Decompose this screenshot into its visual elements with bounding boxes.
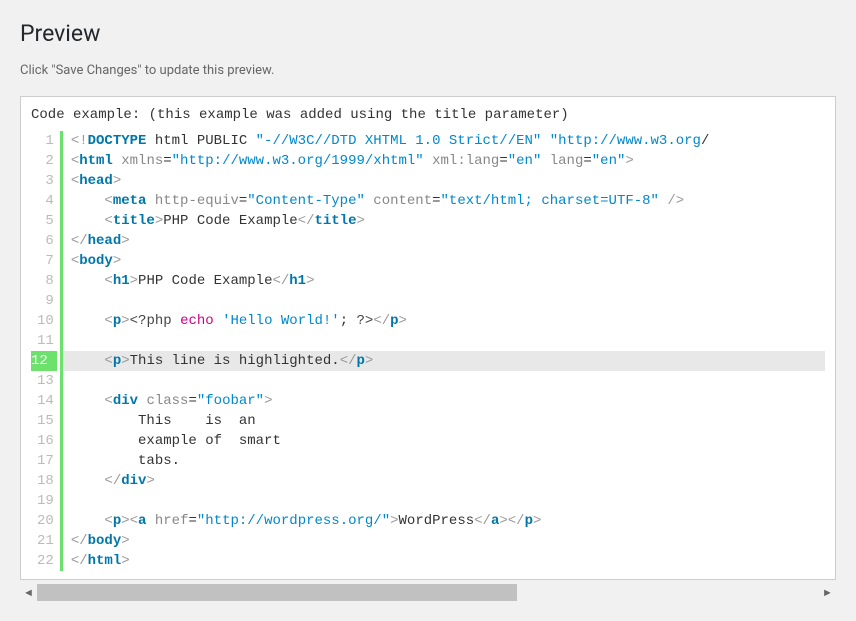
code-line: <div class="foobar"> (71, 391, 825, 411)
line-number: 19 (31, 491, 54, 511)
code-line: example of smart (71, 431, 825, 451)
code-area: 12345678910111213141516171819202122 <!DO… (31, 131, 825, 571)
line-number: 4 (31, 191, 54, 211)
scroll-left-arrow[interactable]: ◄ (20, 584, 37, 601)
line-number: 11 (31, 331, 54, 351)
code-line (71, 371, 825, 391)
line-number: 15 (31, 411, 54, 431)
line-number: 1 (31, 131, 54, 151)
code-line: <html xmlns="http://www.w3.org/1999/xhtm… (71, 151, 825, 171)
line-number: 13 (31, 371, 54, 391)
line-number: 5 (31, 211, 54, 231)
code-line: </div> (71, 471, 825, 491)
code-line: <body> (71, 251, 825, 271)
scroll-thumb[interactable] (37, 584, 517, 601)
horizontal-scrollbar[interactable]: ◄ ► (20, 584, 836, 601)
preview-heading: Preview (20, 20, 836, 47)
code-line (71, 331, 825, 351)
code-lines: <!DOCTYPE html PUBLIC "-//W3C//DTD XHTML… (63, 131, 825, 571)
line-number: 21 (31, 531, 54, 551)
scroll-right-arrow[interactable]: ► (819, 584, 836, 601)
line-number: 9 (31, 291, 54, 311)
line-number: 17 (31, 451, 54, 471)
code-line: <title>PHP Code Example</title> (71, 211, 825, 231)
code-line: <p><?php echo 'Hello World!'; ?></p> (71, 311, 825, 331)
code-line (71, 491, 825, 511)
line-number: 12 (31, 351, 57, 371)
preview-instruction: Click "Save Changes" to update this prev… (20, 63, 836, 78)
code-title: Code example: (this example was added us… (31, 105, 825, 125)
code-example-box: Code example: (this example was added us… (20, 96, 836, 580)
line-number: 2 (31, 151, 54, 171)
line-number: 3 (31, 171, 54, 191)
line-number: 10 (31, 311, 54, 331)
line-number: 16 (31, 431, 54, 451)
line-number: 6 (31, 231, 54, 251)
code-line: <p>This line is highlighted.</p> (63, 351, 825, 371)
line-number: 14 (31, 391, 54, 411)
code-line: tabs. (71, 451, 825, 471)
code-line: <head> (71, 171, 825, 191)
code-line: </html> (71, 551, 825, 571)
code-line: </head> (71, 231, 825, 251)
line-number: 8 (31, 271, 54, 291)
code-line: <!DOCTYPE html PUBLIC "-//W3C//DTD XHTML… (71, 131, 825, 151)
code-line (71, 291, 825, 311)
code-line: <h1>PHP Code Example</h1> (71, 271, 825, 291)
line-number: 7 (31, 251, 54, 271)
line-number: 18 (31, 471, 54, 491)
code-line: <p><a href="http://wordpress.org/">WordP… (71, 511, 825, 531)
code-line: This is an (71, 411, 825, 431)
line-number: 22 (31, 551, 54, 571)
line-number: 20 (31, 511, 54, 531)
line-number-gutter: 12345678910111213141516171819202122 (31, 131, 63, 571)
code-line: </body> (71, 531, 825, 551)
code-line: <meta http-equiv="Content-Type" content=… (71, 191, 825, 211)
